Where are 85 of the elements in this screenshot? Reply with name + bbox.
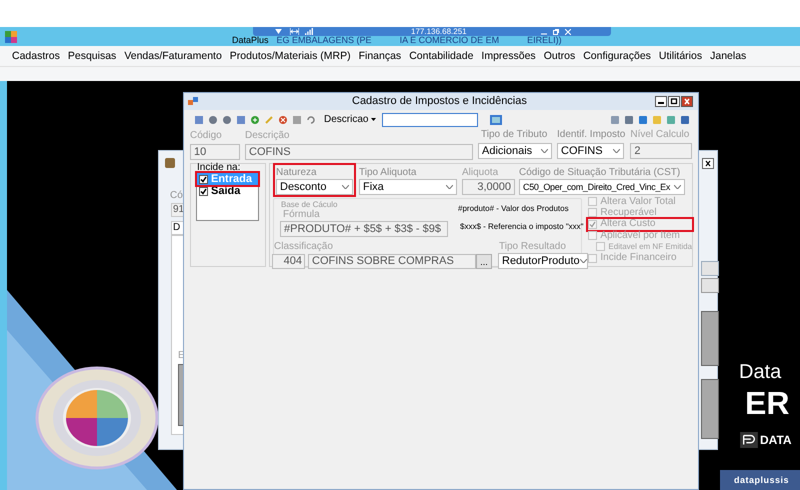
list-item[interactable]: Saída (197, 185, 258, 197)
menu-item[interactable]: Produtos/Materiais (MRP) (226, 50, 355, 62)
caret-icon (342, 185, 349, 189)
dropdown[interactable]: Desconto (276, 179, 353, 195)
field-label: Tipo Aliquota (359, 168, 418, 178)
checkbox-label: Entrada (211, 174, 252, 184)
window-title: EG EMBALAGENS (PE (276, 36, 372, 45)
app-logo-icon (5, 30, 17, 42)
grid-area (701, 379, 719, 439)
dropdown[interactable]: Fixa (359, 179, 457, 195)
minimize-button[interactable] (655, 96, 667, 107)
checkbox-label: Editavel em NF Emitida (608, 242, 692, 251)
brand-text: ER (745, 387, 790, 419)
window-title: IA E COMERCIO DE EM (400, 36, 500, 45)
brand-logo-icon (740, 432, 758, 448)
menu-item[interactable]: Cadastros (8, 50, 64, 62)
close-icon[interactable] (565, 28, 571, 34)
hint-text: $xxx$ - Referencia o imposto "xxx" (460, 223, 584, 231)
dialog-title: Cadastro de Impostos e Incidências (352, 96, 527, 107)
delete-icon[interactable] (278, 114, 288, 124)
image-icon[interactable] (490, 114, 502, 124)
checkbox-label: Aplicável por Item (600, 230, 680, 241)
grid-area (701, 311, 719, 366)
checkbox[interactable] (199, 174, 208, 184)
menu-item[interactable]: Configurações (579, 50, 655, 62)
caret-icon (541, 149, 548, 153)
checkbox-label: Altera Valor Total (600, 196, 676, 207)
field (701, 261, 719, 276)
field-label: Nível Calculo (630, 130, 690, 140)
menu-item[interactable]: Contabilidade (405, 50, 478, 62)
search-field-dropdown[interactable]: Descricao (324, 114, 376, 124)
caret-icon (613, 149, 620, 153)
field-label: Fórmula (283, 210, 320, 220)
dropdown[interactable]: C50_Oper_com_Direito_Cred_Vinc_Ex (519, 179, 685, 195)
dropdown-icon[interactable] (275, 29, 282, 34)
field-label: Classificação (274, 242, 333, 252)
code-field: 404 (272, 254, 305, 269)
checkbox-label: Altera Custo (600, 219, 656, 230)
window-title: DataPlus (232, 36, 269, 45)
checkbox[interactable] (199, 186, 208, 196)
field-label: Tipo de Tributo (480, 130, 548, 140)
hint-text: #produto# - Valor dos Produtos (458, 205, 569, 213)
field (701, 278, 719, 293)
caret-icon (674, 185, 681, 189)
remote-address: 177.136.68.251 (411, 28, 467, 36)
maximize-button[interactable] (668, 96, 680, 107)
caret-icon (371, 118, 376, 121)
field-label: Código (190, 131, 223, 141)
menu-item[interactable]: Outros (540, 50, 580, 62)
field-label: Aliquota (462, 168, 500, 178)
field-label: Natureza (276, 168, 318, 178)
field-label: Identif. Imposto (557, 130, 626, 140)
browse-button[interactable]: ... (476, 254, 492, 269)
window-title: EIRELI)) (527, 36, 562, 45)
caret-icon (446, 185, 453, 189)
field-label: Tipo Resultado (499, 242, 566, 252)
field-label: Descrição (245, 131, 290, 141)
checkbox-label: Recuperável (600, 208, 657, 218)
undo-icon[interactable] (306, 114, 316, 124)
brand-logo-text: DATA (760, 434, 792, 446)
search-field[interactable] (382, 112, 478, 126)
menu-item[interactable]: Utilitários (654, 50, 706, 62)
field-label: Código de Situação Tributária (CST) (519, 168, 682, 178)
group-label: Base de Cáculo (281, 201, 338, 209)
brand-text: Data (739, 362, 782, 382)
close-button[interactable] (681, 96, 693, 107)
menu-item[interactable]: Impressões (477, 50, 540, 62)
caret-icon (580, 259, 587, 263)
menu-item[interactable]: Janelas (706, 50, 750, 62)
group-label: Incide na: (197, 163, 240, 173)
website-text: dataplussis (734, 476, 790, 484)
dropdown[interactable]: Adicionais (478, 143, 552, 159)
field-label: Có (170, 191, 183, 201)
add-icon[interactable] (250, 114, 260, 124)
restore-icon[interactable] (553, 28, 559, 34)
signal-icon (305, 28, 313, 35)
dropdown[interactable]: COFINS (557, 143, 624, 159)
menu-item[interactable]: Finanças (354, 50, 406, 62)
checkbox-label: Saída (211, 186, 240, 196)
checkbox-label: Incide Financeiro (600, 253, 677, 264)
close-button[interactable] (702, 158, 714, 169)
formula-field: #PRODUTO# + $5$ + $3$ - $9$ (280, 221, 448, 237)
menu-item[interactable]: Vendas/Faturamento (120, 50, 226, 62)
dropdown[interactable]: RedutorProduto (498, 253, 588, 269)
menu-item[interactable]: Pesquisas (64, 50, 120, 62)
